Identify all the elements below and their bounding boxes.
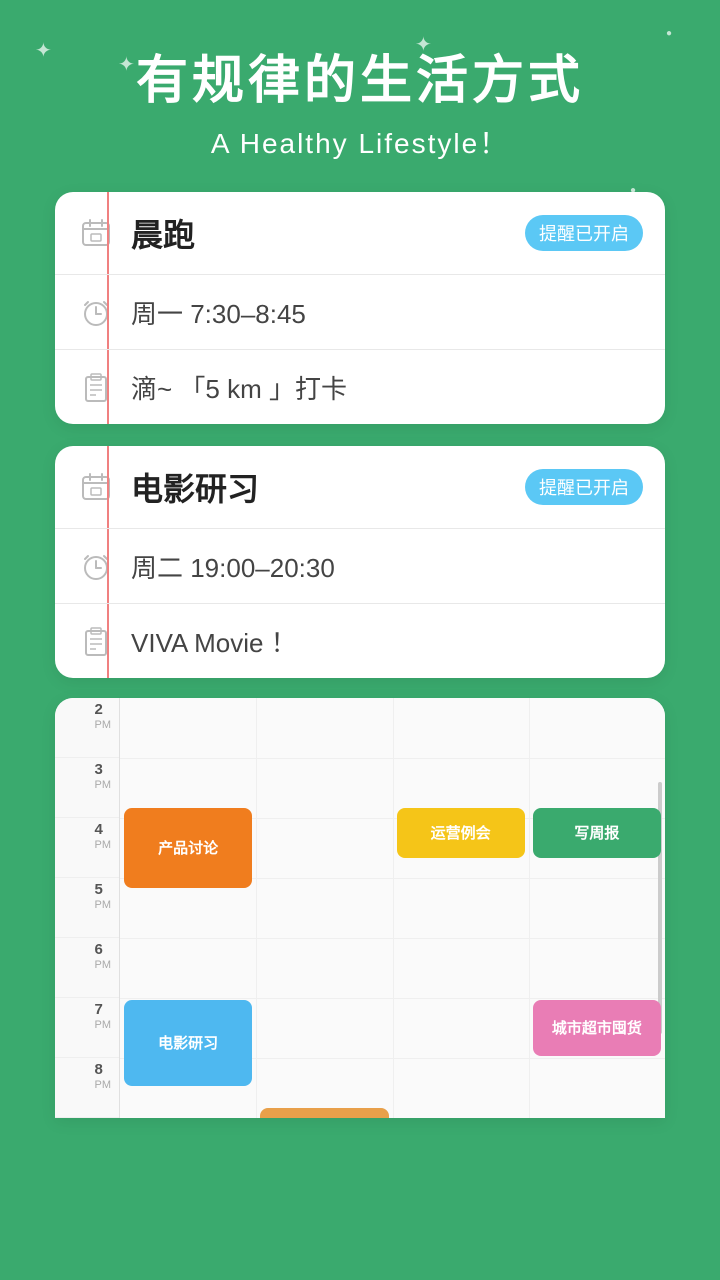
card-time-content-2: 周二 19:00–20:30 [131,548,643,585]
time-slot-2pm: 2PM [55,698,119,758]
cards-area: 晨跑 提醒已开启 周一 7:30–8:45 [0,192,720,678]
time-slot-7pm: 7PM [55,998,119,1058]
title-en: A Healthy Lifestyle！ [40,122,680,162]
col-separator-3 [529,698,530,1118]
time-slot-5pm: 5PM [55,878,119,938]
time-slot-4pm: 4PM [55,818,119,878]
card-row-note-1: 滴~ 「5 km 」打卡 [55,350,665,424]
card-row-time-1: 周一 7:30–8:45 [55,275,665,350]
card-note-2: VIVA Movie ！ [131,628,297,658]
cal-event-write-weekly[interactable]: 写周报 [533,808,661,858]
calendar-inner: 2PM 3PM 4PM 5PM 6PM 7PM 8PM 9PM [55,698,665,1118]
card-title-row-1: 晨跑 提醒已开启 [131,210,643,256]
badge-reminder-2: 提醒已开启 [525,469,643,505]
alarm-icon-1 [77,293,115,331]
card-content-2: 电影研习 提醒已开启 [131,464,643,510]
card-time-2: 周二 19:00–20:30 [131,553,335,583]
col-separator-2 [393,698,394,1118]
badge-reminder-1: 提醒已开启 [525,215,643,251]
time-slot-3pm: 3PM [55,758,119,818]
card-note-content-2: VIVA Movie ！ [131,623,643,660]
card-note-content-1: 滴~ 「5 km 」打卡 [131,369,643,406]
col-separator-1 [256,698,257,1118]
card-title-row-2: 电影研习 提醒已开启 [131,464,643,510]
cal-event-ricky-morty[interactable]: Ricky and Morty [260,1108,388,1118]
clipboard-icon-1 [77,368,115,406]
card-title-1: 晨跑 [131,210,195,256]
header: 有规律的生活方式 A Healthy Lifestyle！ [0,0,720,192]
time-slot-6pm: 6PM [55,938,119,998]
card-row-note-2: VIVA Movie ！ [55,604,665,678]
calendar-icon-1 [77,214,115,252]
time-slot-8pm: 8PM [55,1058,119,1118]
cal-event-city-supermarket[interactable]: 城市超市囤货 [533,1000,661,1056]
calendar-icon-2 [77,468,115,506]
card-time-content-1: 周一 7:30–8:45 [131,294,643,331]
card-note-1: 滴~ 「5 km 」打卡 [131,374,347,404]
cal-event-product-discussion[interactable]: 产品讨论 [124,808,252,888]
card-content-1: 晨跑 提醒已开启 [131,210,643,256]
card-row-title-2: 电影研习 提醒已开启 [55,446,665,529]
card-row-title-1: 晨跑 提醒已开启 [55,192,665,275]
card-morning-run[interactable]: 晨跑 提醒已开启 周一 7:30–8:45 [55,192,665,424]
title-zh: 有规律的生活方式 [40,50,680,112]
cal-event-ops-meeting[interactable]: 运营例会 [397,808,525,858]
events-area: 产品讨论运营例会写周报电影研习城市超市囤货Ricky and MortyPS4 … [120,698,665,1118]
cal-event-movie-study-cal[interactable]: 电影研习 [124,1000,252,1086]
card-row-time-2: 周二 19:00–20:30 [55,529,665,604]
card-movie-study[interactable]: 电影研习 提醒已开启 周二 19:00–20:30 [55,446,665,678]
clipboard-icon-2 [77,622,115,660]
calendar-section[interactable]: 2PM 3PM 4PM 5PM 6PM 7PM 8PM 9PM [55,698,665,1118]
alarm-icon-2 [77,547,115,585]
time-column: 2PM 3PM 4PM 5PM 6PM 7PM 8PM 9PM [55,698,120,1118]
card-time-1: 周一 7:30–8:45 [131,299,306,329]
card-title-2: 电影研习 [131,464,259,510]
